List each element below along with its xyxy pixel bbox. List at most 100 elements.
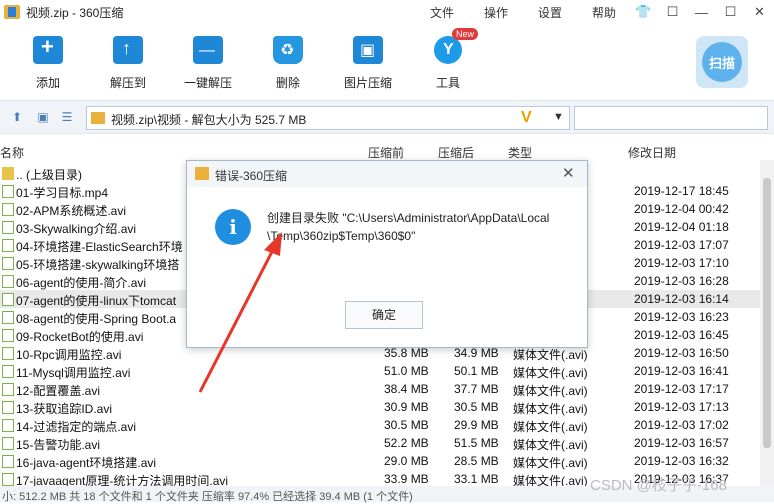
file-row[interactable]: 12-配置覆盖.avi 38.4 MB 37.7 MB 媒体文件(.avi) 2019-… — [0, 380, 760, 398]
trash-icon — [273, 36, 303, 64]
video-file-icon — [2, 185, 14, 198]
video-file-icon — [2, 365, 14, 378]
scan-button[interactable]: 扫描 — [696, 36, 748, 88]
feedback-icon[interactable]: ☐ — [658, 4, 687, 20]
vertical-scrollbar[interactable] — [760, 160, 774, 486]
file-row[interactable]: 14-过滤指定的端点.avi 30.5 MB 29.9 MB 媒体文件(.avi) 20… — [0, 416, 760, 434]
video-file-icon — [2, 437, 14, 450]
path-field[interactable]: 视频.zip\视频 - 解包大小为 525.7 MB V ▼ — [86, 106, 570, 130]
tools-icon — [434, 36, 462, 64]
error-message-line1: 创建目录失败 "C:\Users\Administrator\AppData\L… — [267, 211, 550, 225]
file-name: 08-agent的使用-Spring Boot.a — [16, 312, 177, 326]
video-file-icon — [2, 275, 14, 288]
file-row[interactable]: 13-获取追踪ID.avi 30.9 MB 30.5 MB 媒体文件(.avi) 201… — [0, 398, 760, 416]
file-compressed-size: 37.7 MB — [454, 382, 499, 396]
file-row[interactable]: 15-告警功能.avi 52.2 MB 51.5 MB 媒体文件(.avi) 2019-… — [0, 434, 760, 452]
file-date: 2019-12-03 17:13 — [634, 400, 729, 414]
extract-to-button[interactable]: 解压到 — [98, 36, 158, 91]
file-date: 2019-12-04 00:42 — [634, 202, 729, 216]
file-date: 2019-12-03 16:28 — [634, 274, 729, 288]
delete-button[interactable]: 删除 — [258, 36, 318, 91]
app-icon — [195, 167, 209, 180]
address-bar: ⬆ ▣ ☰ 视频.zip\视频 - 解包大小为 525.7 MB V ▼ — [0, 100, 774, 134]
column-size[interactable]: 压缩前 — [368, 144, 404, 161]
close-icon[interactable]: ✕ — [562, 164, 575, 182]
verified-v-icon: V — [521, 109, 532, 126]
menu-help[interactable]: 帮助 — [592, 4, 616, 21]
file-date: 2019-12-03 16:45 — [634, 328, 729, 342]
file-row[interactable]: 16-java-agent环境搭建.avi 29.0 MB 28.5 MB 媒体文件(… — [0, 452, 760, 470]
info-icon: i — [215, 209, 251, 245]
file-type: 媒体文件(.avi) — [513, 348, 588, 362]
file-row[interactable]: 11-Mysql调用监控.avi 51.0 MB 50.1 MB 媒体文件(.avi)… — [0, 362, 760, 380]
video-file-icon — [2, 383, 14, 396]
menu-settings[interactable]: 设置 — [538, 4, 562, 21]
video-file-icon — [2, 401, 14, 414]
file-compressed-size: 29.9 MB — [454, 418, 499, 432]
close-icon[interactable]: ✕ — [745, 4, 774, 20]
file-date: 2019-12-03 17:17 — [634, 382, 729, 396]
add-button[interactable]: 添加 — [18, 34, 78, 91]
file-compressed-size: 33.1 MB — [454, 472, 499, 486]
file-name: 03-Skywalking介绍.avi — [16, 222, 137, 236]
add-label: 添加 — [35, 76, 60, 90]
skin-icon[interactable]: 👕 — [629, 4, 658, 20]
chevron-down-icon[interactable]: ▼ — [553, 111, 564, 123]
file-size: 35.8 MB — [384, 346, 429, 360]
file-name: 15-告警功能.avi — [16, 438, 101, 452]
image-compress-icon — [353, 36, 383, 64]
delete-label: 删除 — [275, 76, 300, 90]
zip-icon — [91, 112, 105, 124]
menu-operate[interactable]: 操作 — [484, 4, 508, 21]
window-title: 视频.zip - 360压缩 — [26, 5, 124, 20]
thumbnail-view-icon[interactable]: ▣ — [36, 110, 50, 124]
file-name: 04-环境搭建-ElasticSearch环境 — [16, 240, 183, 254]
file-name: 11-Mysql调用监控.avi — [16, 366, 131, 380]
video-file-icon — [2, 257, 14, 270]
tools-button[interactable]: 工具 — [418, 36, 478, 91]
video-file-icon — [2, 221, 14, 234]
column-date[interactable]: 修改日期 — [628, 144, 676, 161]
one-click-extract-label: 一键解压 — [183, 76, 232, 90]
list-view-icon[interactable]: ☰ — [60, 110, 74, 124]
file-size: 52.2 MB — [384, 436, 429, 450]
file-date: 2019-12-04 01:18 — [634, 220, 729, 234]
file-name: 14-过滤指定的端点.avi — [16, 420, 137, 434]
video-file-icon — [2, 311, 14, 324]
file-date: 2019-12-03 16:32 — [634, 454, 729, 468]
error-dialog: 错误-360压缩 ✕ i 创建目录失败 "C:\Users\Administra… — [186, 160, 588, 348]
one-click-extract-button[interactable]: 一键解压 — [178, 36, 238, 91]
file-name: 13-获取追踪ID.avi — [16, 402, 113, 416]
file-type: 媒体文件(.avi) — [513, 384, 588, 398]
error-message-line2: \Temp\360zip$Temp\360$0" — [267, 229, 416, 243]
menu-file[interactable]: 文件 — [430, 4, 454, 21]
list-header: 名称 压缩前 压缩后 类型 修改日期 — [0, 143, 774, 161]
image-compress-button[interactable]: 图片压缩 — [338, 36, 398, 91]
file-name: 07-agent的使用-linux下tomcat — [16, 294, 177, 308]
file-size: 51.0 MB — [384, 364, 429, 378]
file-size: 30.9 MB — [384, 400, 429, 414]
file-name: 10-Rpc调用监控.avi — [16, 348, 122, 362]
file-date: 2019-12-03 16:41 — [634, 364, 729, 378]
file-type: 媒体文件(.avi) — [513, 456, 588, 470]
window-controls: 👕 ☐ — ☐ ✕ — [629, 0, 774, 24]
file-date: 2019-12-03 17:10 — [634, 256, 729, 270]
extract-to-label: 解压到 — [109, 76, 146, 90]
maximize-icon[interactable]: ☐ — [716, 4, 745, 20]
dialog-title: 错误-360压缩 — [215, 169, 288, 183]
ok-button[interactable]: 确定 — [345, 301, 423, 329]
column-type[interactable]: 类型 — [508, 144, 532, 161]
up-arrow-icon[interactable]: ⬆ — [10, 110, 24, 124]
file-size: 38.4 MB — [384, 382, 429, 396]
minimize-icon[interactable]: — — [687, 5, 716, 20]
file-type: 媒体文件(.avi) — [513, 366, 588, 380]
file-date: 2019-12-03 17:02 — [634, 418, 729, 432]
menu-bar: 文件 操作 设置 帮助 — [430, 4, 646, 21]
video-file-icon — [2, 473, 14, 486]
file-size: 29.0 MB — [384, 454, 429, 468]
scrollbar-thumb[interactable] — [763, 178, 771, 448]
search-input[interactable] — [574, 106, 768, 130]
column-compressed-size[interactable]: 压缩后 — [438, 144, 474, 161]
file-date: 2019-12-03 16:50 — [634, 346, 729, 360]
column-name[interactable]: 名称 — [0, 144, 24, 161]
